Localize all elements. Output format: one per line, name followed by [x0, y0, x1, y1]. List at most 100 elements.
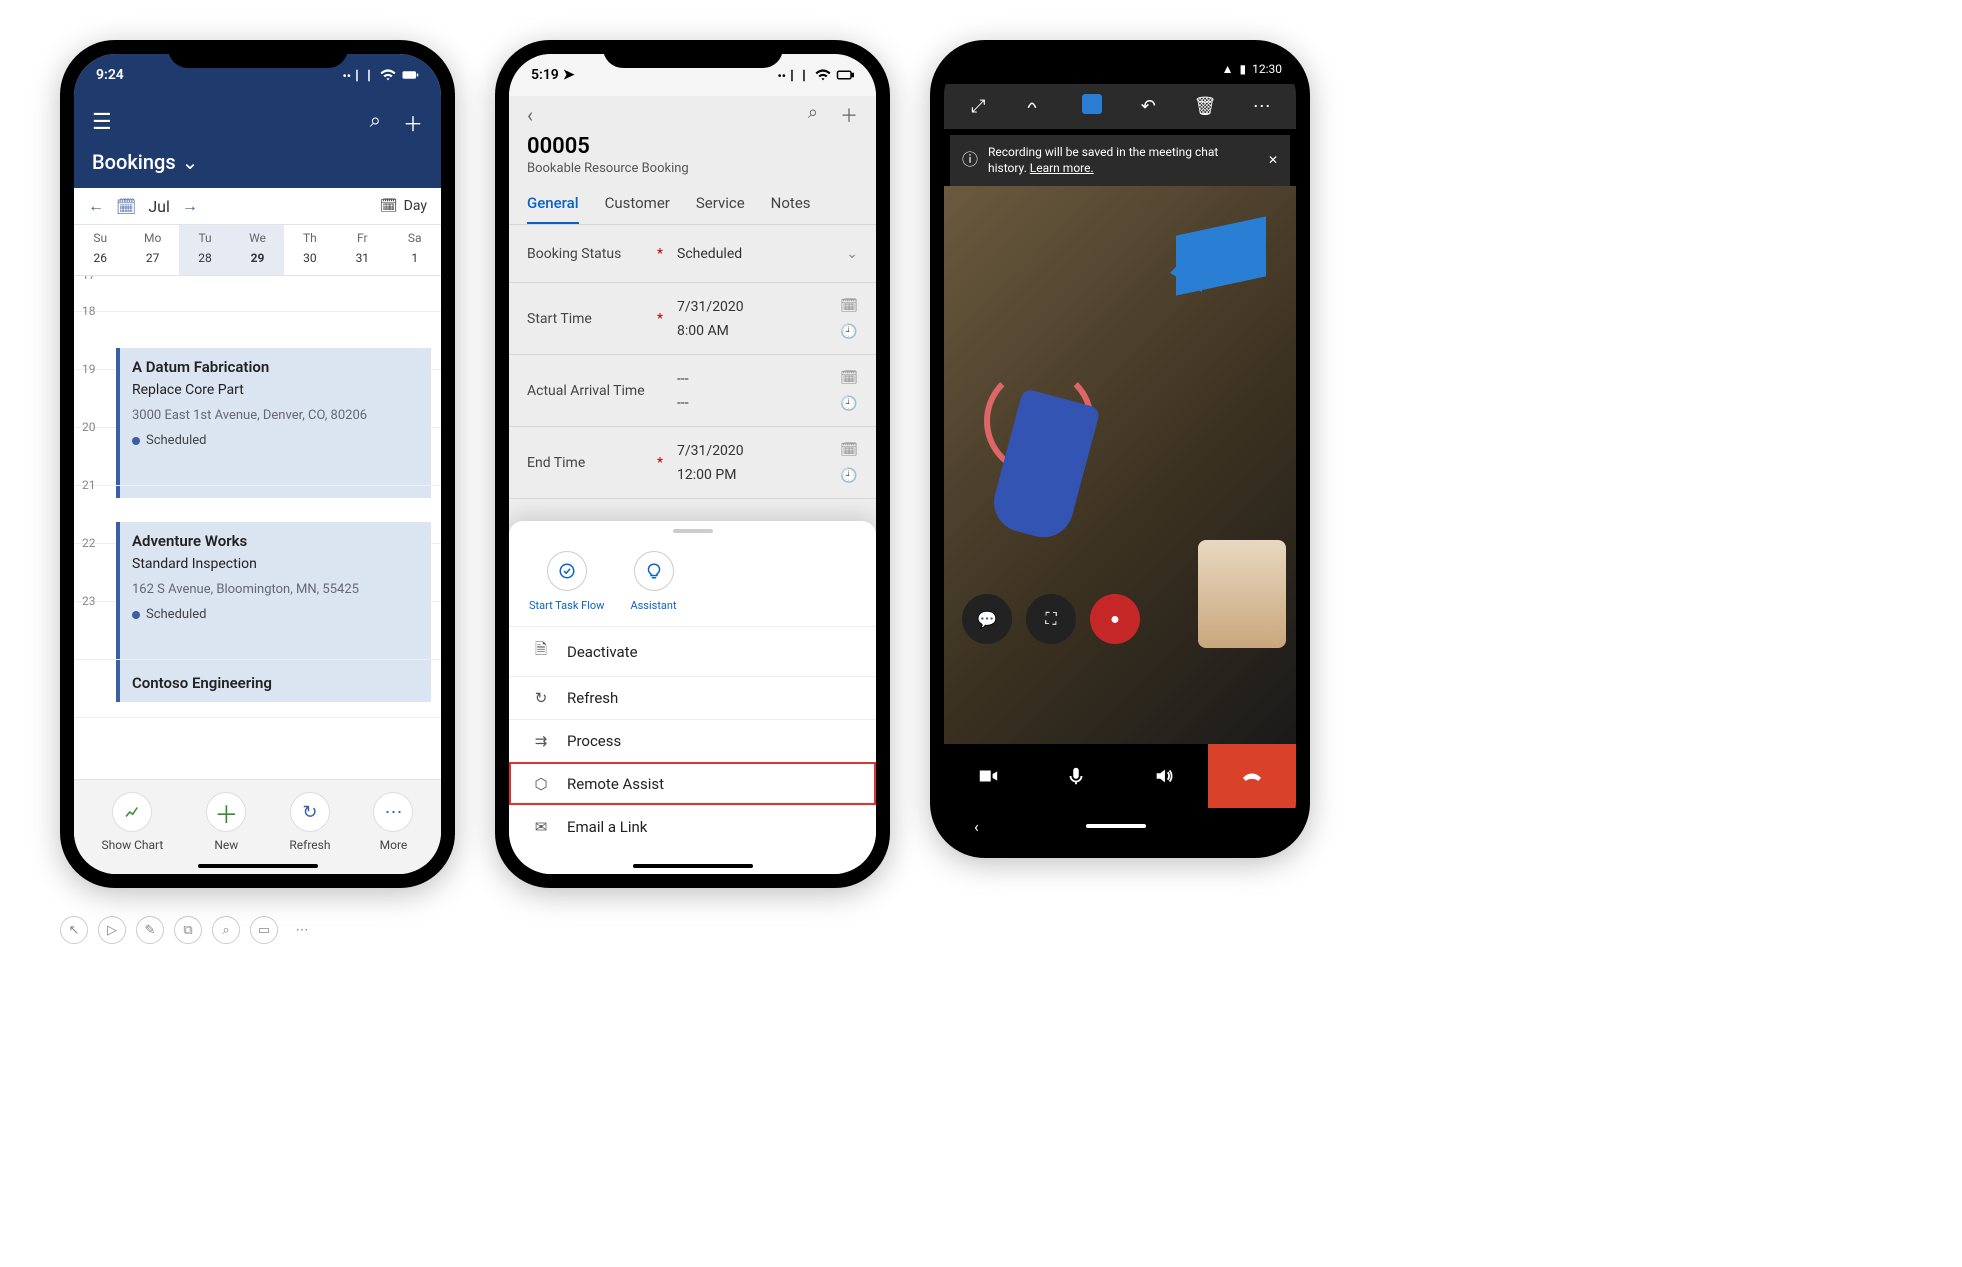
phone-remote-assist-call: ▲▮12:30 ⤢ ↶ 🗑 ⋯ ⓘ Recording will be save…: [930, 40, 1310, 858]
canvas-toolbar: ↖ ▷ ✎ ⧉ ⌕ ▭ ⋯: [60, 916, 1902, 944]
tool-pen[interactable]: ✎: [136, 916, 164, 944]
back-nav-icon[interactable]: ‹: [974, 817, 979, 836]
tab-customer[interactable]: Customer: [605, 194, 670, 224]
menu-icon[interactable]: ☰: [92, 110, 112, 135]
booking-card[interactable]: Contoso Engineering: [116, 666, 431, 702]
bottom-bar: Show Chart ＋New ↻Refresh ⋯More: [74, 779, 441, 874]
info-icon: ⓘ: [962, 150, 978, 171]
sheet-handle[interactable]: [673, 529, 713, 533]
chevron-down-icon: ⌄: [182, 150, 199, 174]
tool-play[interactable]: ▷: [98, 916, 126, 944]
field-arrival-time[interactable]: Actual Arrival Time* ------ 🗓🕘: [509, 355, 876, 427]
page-title[interactable]: Bookings ⌄: [92, 150, 423, 174]
tool-pointer[interactable]: ↖: [60, 916, 88, 944]
annotation-toolbar: ⤢ ↶ 🗑 ⋯: [944, 84, 1296, 129]
prev-arrow-icon[interactable]: ←: [88, 196, 104, 216]
phone-bookings: 9:24 ••丨丨 ☰ ⌕ ＋ Bookings ⌄ ← 🗓 Jul →: [60, 40, 455, 888]
chat-button[interactable]: 💬: [962, 594, 1012, 644]
learn-more-link[interactable]: Learn more.: [1030, 161, 1094, 175]
day-sa[interactable]: Sa1: [389, 225, 441, 275]
chevron-down-icon: ⌄: [846, 246, 858, 262]
day-fr[interactable]: Fr31: [336, 225, 388, 275]
field-start-time[interactable]: Start Time* 7/31/20208:00 AM 🗓🕘: [509, 283, 876, 355]
email-icon: ✉: [531, 818, 551, 836]
undo-icon[interactable]: ↶: [1120, 96, 1177, 117]
signal-icon: ▲: [1222, 62, 1234, 76]
home-indicator: [633, 864, 753, 868]
day-su[interactable]: Su26: [74, 225, 126, 275]
status-time: 5:19: [531, 67, 559, 83]
tabs: General Customer Service Notes: [509, 184, 876, 224]
refresh-icon: ↻: [531, 689, 551, 707]
recording-notice: ⓘ Recording will be saved in the meeting…: [950, 135, 1290, 186]
day-tu[interactable]: Tu28: [179, 225, 231, 275]
field-end-time[interactable]: End Time* 7/31/202012:00 PM 🗓🕘: [509, 427, 876, 499]
tool-more[interactable]: ⋯: [288, 916, 316, 944]
next-arrow-icon[interactable]: →: [182, 196, 198, 216]
record-button[interactable]: ●: [1090, 594, 1140, 644]
home-nav-icon[interactable]: [1086, 824, 1146, 828]
schedule: 17 18 19 A Datum Fabrication Replace Cor…: [74, 276, 441, 779]
process-icon: ⇉: [531, 732, 551, 750]
arrow-annotation: [1176, 217, 1266, 296]
tool-screen[interactable]: ▭: [250, 916, 278, 944]
view-mode[interactable]: 🗓 Day: [380, 198, 427, 214]
tab-notes[interactable]: Notes: [771, 194, 811, 224]
clock-icon: 🕘: [840, 468, 858, 484]
show-chart-button[interactable]: Show Chart: [102, 792, 164, 852]
new-button[interactable]: ＋New: [206, 792, 246, 852]
refresh-row[interactable]: ↻Refresh: [509, 676, 876, 719]
action-sheet: Start Task Flow Assistant 🗎Deactivate ↻R…: [509, 521, 876, 874]
refresh-button[interactable]: ↻Refresh: [289, 792, 330, 852]
search-icon[interactable]: ⌕: [808, 102, 818, 128]
capture-button[interactable]: ⛶: [1026, 594, 1076, 644]
hangup-button[interactable]: [1208, 744, 1296, 808]
participant-video[interactable]: [1198, 540, 1286, 648]
add-icon[interactable]: ＋: [840, 102, 858, 128]
tab-service[interactable]: Service: [696, 194, 745, 224]
back-icon[interactable]: ‹: [527, 103, 533, 127]
day-we[interactable]: We29: [231, 225, 283, 275]
email-link-row[interactable]: ✉Email a Link: [509, 805, 876, 848]
more-button[interactable]: ⋯More: [373, 792, 413, 852]
deactivate-icon: 🗎: [531, 639, 551, 664]
calendar-icon: 🗓: [840, 370, 858, 386]
deactivate-row[interactable]: 🗎Deactivate: [509, 626, 876, 676]
close-icon[interactable]: ✕: [1268, 153, 1278, 169]
start-task-flow-button[interactable]: Start Task Flow: [529, 551, 604, 612]
add-icon[interactable]: ＋: [403, 108, 423, 137]
video-button[interactable]: [944, 744, 1032, 808]
calendar-icon[interactable]: 🗓: [116, 197, 136, 216]
search-icon[interactable]: ⌕: [370, 108, 381, 137]
day-mo[interactable]: Mo27: [126, 225, 178, 275]
home-indicator: [198, 864, 318, 868]
phone-booking-detail: 5:19➤ ••丨丨 ‹ ⌕ ＋ 00005 Bookable Resource…: [495, 40, 890, 888]
delete-icon[interactable]: 🗑: [1177, 96, 1234, 117]
color-swatch[interactable]: [1063, 94, 1120, 119]
camera-view[interactable]: 💬 ⛶ ●: [944, 186, 1296, 744]
location-icon: ➤: [563, 67, 575, 83]
field-booking-status[interactable]: Booking Status* Scheduled ⌄: [509, 225, 876, 283]
calendar-icon: 🗓: [840, 298, 858, 314]
remote-assist-row[interactable]: ⬡Remote Assist: [509, 762, 876, 805]
call-bar: [944, 744, 1296, 808]
tool-zoom[interactable]: ⌕: [212, 916, 240, 944]
assistant-button[interactable]: Assistant: [630, 551, 676, 612]
tab-general[interactable]: General: [527, 194, 579, 224]
android-navbar: ‹: [944, 808, 1296, 844]
minimize-icon[interactable]: ⤢: [950, 96, 1007, 117]
mic-button[interactable]: [1032, 744, 1120, 808]
pen-icon[interactable]: [1007, 95, 1064, 118]
calendar-icon: 🗓: [840, 442, 858, 458]
status-time: 9:24: [96, 67, 124, 83]
clock-icon: 🕘: [840, 324, 858, 340]
tool-copy[interactable]: ⧉: [174, 916, 202, 944]
battery-icon: ▮: [1240, 62, 1247, 76]
day-th[interactable]: Th30: [284, 225, 336, 275]
process-row[interactable]: ⇉Process: [509, 719, 876, 762]
record-subtitle: Bookable Resource Booking: [527, 161, 858, 176]
more-icon[interactable]: ⋯: [1233, 96, 1290, 117]
month-label: Jul: [148, 197, 170, 216]
week-row: Su26 Mo27 Tu28 We29 Th30 Fr31 Sa1: [74, 225, 441, 276]
speaker-button[interactable]: [1120, 744, 1208, 808]
